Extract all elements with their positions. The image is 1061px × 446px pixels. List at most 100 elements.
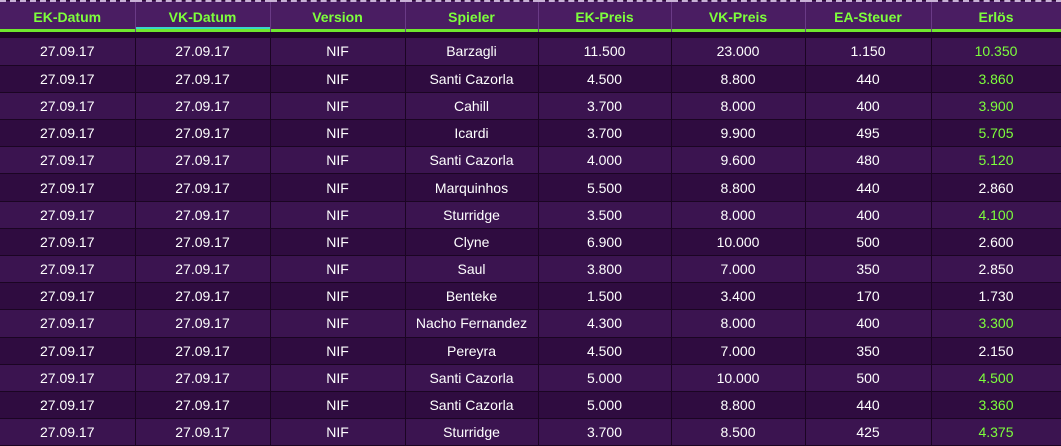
cell-ek-preis[interactable]: 6.900 [538, 228, 672, 257]
cell-ek-datum[interactable]: 27.09.17 [0, 201, 136, 229]
cell-spieler[interactable]: Santi Cazorla [405, 364, 539, 392]
cell-ek-preis[interactable]: 11.500 [538, 38, 672, 66]
cell-version[interactable]: NIF [270, 418, 406, 446]
table-row[interactable]: 27.09.17 27.09.17 NIF Cahill 3.700 8.000 400 3.… [0, 92, 1061, 121]
cell-vk-datum[interactable]: 27.09.17 [135, 119, 271, 148]
cell-erloes[interactable]: 2.850 [931, 255, 1061, 284]
cell-ek-preis[interactable]: 3.800 [538, 255, 672, 284]
cell-spieler[interactable]: Saul [405, 255, 539, 284]
cell-ek-datum[interactable]: 27.09.17 [0, 146, 136, 175]
table-row[interactable]: 27.09.17 27.09.17 NIF Marquinhos 5.500 8.800 4… [0, 173, 1061, 202]
cell-version[interactable]: NIF [270, 119, 406, 148]
cell-version[interactable]: NIF [270, 228, 406, 257]
cell-vk-datum[interactable]: 27.09.17 [135, 173, 271, 202]
cell-ek-datum[interactable]: 27.09.17 [0, 309, 136, 338]
cell-ea-steuer[interactable]: 400 [805, 92, 932, 121]
cell-vk-preis[interactable]: 8.800 [671, 391, 806, 420]
cell-version[interactable]: NIF [270, 337, 406, 365]
cell-erloes[interactable]: 5.120 [931, 146, 1061, 175]
cell-ea-steuer[interactable]: 350 [805, 337, 932, 365]
cell-spieler[interactable]: Cahill [405, 92, 539, 121]
cell-vk-preis[interactable]: 10.000 [671, 364, 806, 392]
cell-ea-steuer[interactable]: 440 [805, 173, 932, 202]
cell-vk-preis[interactable]: 23.000 [671, 38, 806, 66]
cell-ek-preis[interactable]: 3.700 [538, 418, 672, 446]
header-version[interactable]: Version [270, 0, 406, 32]
cell-spieler[interactable]: Santi Cazorla [405, 146, 539, 175]
table-row[interactable]: 27.09.17 27.09.17 NIF Benteke 1.500 3.400 170 1… [0, 282, 1061, 311]
cell-vk-datum[interactable]: 27.09.17 [135, 391, 271, 420]
cell-ea-steuer[interactable]: 495 [805, 119, 932, 148]
cell-vk-datum[interactable]: 27.09.17 [135, 337, 271, 365]
cell-vk-preis[interactable]: 8.800 [671, 65, 806, 93]
cell-vk-datum[interactable]: 27.09.17 [135, 228, 271, 257]
cell-ek-preis[interactable]: 5.000 [538, 364, 672, 392]
cell-ea-steuer[interactable]: 400 [805, 309, 932, 338]
table-row[interactable]: 27.09.17 27.09.17 NIF Sturridge 3.500 8.000 40… [0, 201, 1061, 229]
cell-vk-preis[interactable]: 8.800 [671, 173, 806, 202]
cell-vk-datum[interactable]: 27.09.17 [135, 38, 271, 66]
cell-erloes[interactable]: 4.500 [931, 364, 1061, 392]
cell-version[interactable]: NIF [270, 38, 406, 66]
cell-ek-preis[interactable]: 4.300 [538, 309, 672, 338]
cell-ek-preis[interactable]: 4.500 [538, 65, 672, 93]
cell-vk-preis[interactable]: 8.000 [671, 92, 806, 121]
header-vk-datum[interactable]: VK-Datum [135, 0, 271, 32]
cell-ek-datum[interactable]: 27.09.17 [0, 92, 136, 121]
cell-version[interactable]: NIF [270, 309, 406, 338]
header-ek-datum[interactable]: EK-Datum [0, 0, 136, 32]
cell-vk-datum[interactable]: 27.09.17 [135, 92, 271, 121]
table-row[interactable]: 27.09.17 27.09.17 NIF Clyne 6.900 10.000 500 2.… [0, 228, 1061, 257]
cell-spieler[interactable]: Nacho Fernandez [405, 309, 539, 338]
table-row[interactable]: 27.09.17 27.09.17 NIF Santi Cazorla 5.000 8.8… [0, 391, 1061, 420]
cell-vk-datum[interactable]: 27.09.17 [135, 201, 271, 229]
cell-ek-datum[interactable]: 27.09.17 [0, 391, 136, 420]
cell-ek-datum[interactable]: 27.09.17 [0, 255, 136, 284]
table-row[interactable]: 27.09.17 27.09.17 NIF Santi Cazorla 4.000 9.6… [0, 146, 1061, 175]
cell-spieler[interactable]: Barzagli [405, 38, 539, 66]
cell-version[interactable]: NIF [270, 201, 406, 229]
cell-ek-preis[interactable]: 3.500 [538, 201, 672, 229]
cell-version[interactable]: NIF [270, 146, 406, 175]
cell-version[interactable]: NIF [270, 364, 406, 392]
cell-ea-steuer[interactable]: 500 [805, 364, 932, 392]
cell-version[interactable]: NIF [270, 92, 406, 121]
cell-erloes[interactable]: 2.860 [931, 173, 1061, 202]
cell-ea-steuer[interactable]: 350 [805, 255, 932, 284]
table-row[interactable]: 27.09.17 27.09.17 NIF Sturridge 3.700 8.500 42… [0, 418, 1061, 446]
cell-erloes[interactable]: 3.300 [931, 309, 1061, 338]
cell-ek-preis[interactable]: 4.500 [538, 337, 672, 365]
cell-vk-preis[interactable]: 9.600 [671, 146, 806, 175]
cell-version[interactable]: NIF [270, 255, 406, 284]
cell-vk-preis[interactable]: 7.000 [671, 255, 806, 284]
cell-version[interactable]: NIF [270, 65, 406, 93]
cell-ek-preis[interactable]: 5.500 [538, 173, 672, 202]
cell-spieler[interactable]: Clyne [405, 228, 539, 257]
cell-version[interactable]: NIF [270, 391, 406, 420]
cell-spieler[interactable]: Sturridge [405, 201, 539, 229]
cell-erloes[interactable]: 4.100 [931, 201, 1061, 229]
table-row[interactable]: 27.09.17 27.09.17 NIF Icardi 3.700 9.900 495 5.… [0, 119, 1061, 148]
cell-ek-datum[interactable]: 27.09.17 [0, 119, 136, 148]
cell-vk-datum[interactable]: 27.09.17 [135, 255, 271, 284]
cell-vk-preis[interactable]: 8.000 [671, 309, 806, 338]
cell-erloes[interactable]: 1.730 [931, 282, 1061, 311]
cell-vk-datum[interactable]: 27.09.17 [135, 418, 271, 446]
header-vk-preis[interactable]: VK-Preis [671, 0, 806, 32]
cell-ek-datum[interactable]: 27.09.17 [0, 173, 136, 202]
cell-spieler[interactable]: Marquinhos [405, 173, 539, 202]
table-row[interactable]: 27.09.17 27.09.17 NIF Saul 3.800 7.000 350 2.85… [0, 255, 1061, 284]
table-row[interactable]: 27.09.17 27.09.17 NIF Pereyra 4.500 7.000 350 2… [0, 337, 1061, 365]
cell-vk-datum[interactable]: 27.09.17 [135, 364, 271, 392]
table-row[interactable]: 27.09.17 27.09.17 NIF Santi Cazorla 4.500 8.8… [0, 65, 1061, 93]
header-spieler[interactable]: Spieler [405, 0, 539, 32]
cell-ea-steuer[interactable]: 400 [805, 201, 932, 229]
cell-ek-preis[interactable]: 3.700 [538, 92, 672, 121]
cell-vk-preis[interactable]: 3.400 [671, 282, 806, 311]
cell-vk-preis[interactable]: 10.000 [671, 228, 806, 257]
cell-erloes[interactable]: 3.860 [931, 65, 1061, 93]
cell-ea-steuer[interactable]: 500 [805, 228, 932, 257]
cell-vk-datum[interactable]: 27.09.17 [135, 309, 271, 338]
cell-vk-datum[interactable]: 27.09.17 [135, 146, 271, 175]
cell-vk-datum[interactable]: 27.09.17 [135, 65, 271, 93]
